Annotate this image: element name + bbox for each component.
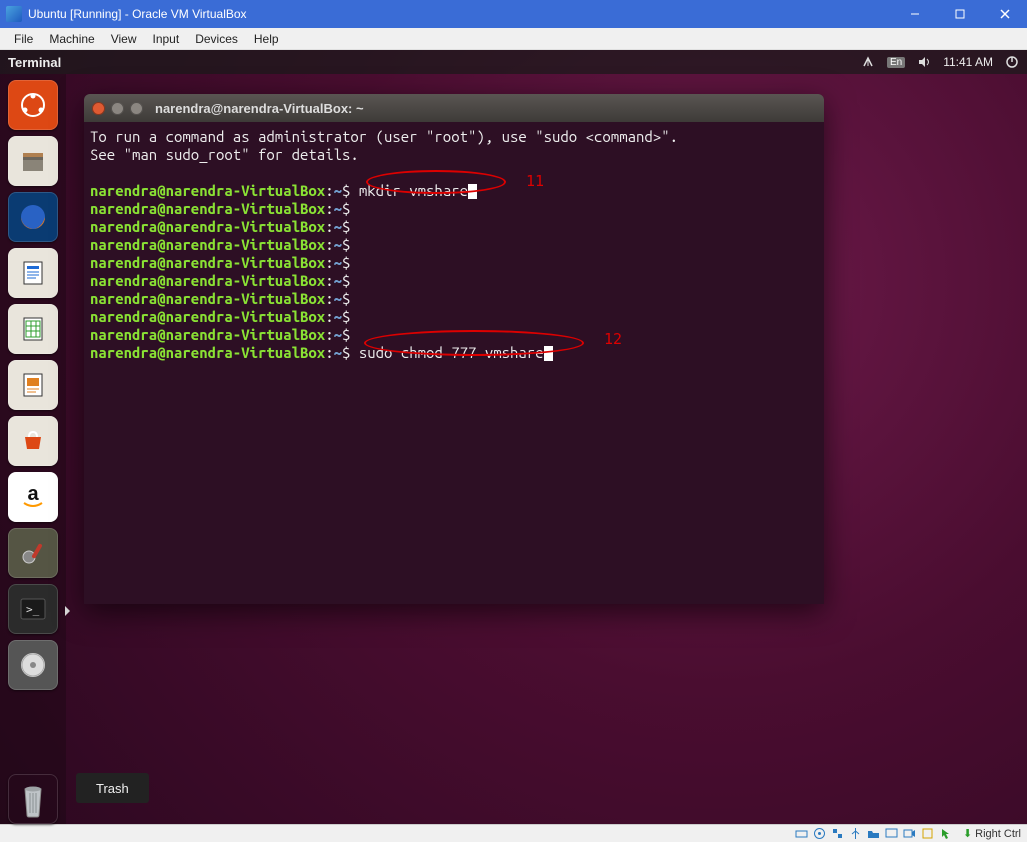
annotation-label-2: 12 [604, 330, 622, 348]
unity-top-panel: Terminal En 11:41 AM [0, 50, 1027, 74]
cursor-icon [468, 184, 477, 199]
launcher-amazon[interactable]: a [8, 472, 58, 522]
terminal-window[interactable]: narendra@narendra-VirtualBox: ~ To run a… [84, 94, 824, 604]
launcher-libreoffice-writer[interactable] [8, 248, 58, 298]
terminal-titlebar[interactable]: narendra@narendra-VirtualBox: ~ [84, 94, 824, 122]
status-guest-additions-icon[interactable] [921, 827, 935, 841]
launcher-active-indicator-icon [65, 606, 70, 616]
status-usb-icon[interactable] [849, 827, 863, 841]
launcher-trash[interactable] [8, 774, 58, 824]
status-display-icon[interactable] [885, 827, 899, 841]
panel-app-name: Terminal [8, 55, 61, 70]
virtualbox-icon [6, 6, 22, 22]
status-optical-icon[interactable] [813, 827, 827, 841]
session-indicator-icon[interactable] [1005, 55, 1019, 69]
launcher-libreoffice-calc[interactable] [8, 304, 58, 354]
hostkey-label: Right Ctrl [975, 828, 1021, 840]
hostkey-arrow-icon: ⬇ [963, 827, 972, 840]
command-1: mkdir vmshare [359, 182, 468, 199]
launcher-libreoffice-impress[interactable] [8, 360, 58, 410]
svg-text:a: a [27, 483, 39, 505]
terminal-close-button[interactable] [92, 102, 105, 115]
terminal-body[interactable]: To run a command as administrator (user … [84, 122, 824, 476]
unity-launcher: a >_ [0, 74, 66, 824]
command-2: sudo chmod 777 vmshare [359, 344, 544, 361]
prompt-user: narendra@narendra-VirtualBox [90, 182, 325, 199]
menu-view[interactable]: View [103, 30, 145, 48]
terminal-title: narendra@narendra-VirtualBox: ~ [155, 101, 364, 116]
virtualbox-title: Ubuntu [Running] - Oracle VM VirtualBox [28, 7, 892, 21]
status-hostkey[interactable]: ⬇Right Ctrl [963, 827, 1021, 840]
virtualbox-statusbar: ⬇Right Ctrl [0, 824, 1027, 842]
launcher-ubuntu-software[interactable] [8, 416, 58, 466]
sound-indicator-icon[interactable] [917, 55, 931, 69]
virtualbox-titlebar: Ubuntu [Running] - Oracle VM VirtualBox [0, 0, 1027, 28]
minimize-button[interactable] [892, 0, 937, 28]
ubuntu-desktop: Terminal En 11:41 AM [0, 50, 1027, 824]
cursor-icon [544, 346, 553, 361]
status-network-icon[interactable] [831, 827, 845, 841]
launcher-system-settings[interactable] [8, 528, 58, 578]
launcher-dash[interactable] [8, 80, 58, 130]
trash-tooltip: Trash [76, 773, 149, 803]
terminal-minimize-button[interactable] [111, 102, 124, 115]
annotation-label-1: 11 [526, 172, 544, 190]
prompt-path: ~ [334, 182, 342, 199]
menu-file[interactable]: File [6, 30, 41, 48]
status-mouse-integration-icon[interactable] [939, 827, 953, 841]
trash-tooltip-label: Trash [96, 781, 129, 796]
close-button[interactable] [982, 0, 1027, 28]
launcher-files[interactable] [8, 136, 58, 186]
network-indicator-icon[interactable] [861, 55, 875, 69]
status-shared-folders-icon[interactable] [867, 827, 881, 841]
menu-machine[interactable]: Machine [41, 30, 102, 48]
menu-devices[interactable]: Devices [187, 30, 246, 48]
launcher-terminal[interactable]: >_ [8, 584, 58, 634]
svg-text:>_: >_ [26, 603, 40, 616]
status-video-capture-icon[interactable] [903, 827, 917, 841]
launcher-firefox[interactable] [8, 192, 58, 242]
menu-input[interactable]: Input [145, 30, 188, 48]
launcher-disc[interactable] [8, 640, 58, 690]
terminal-intro-line1: To run a command as administrator (user … [90, 128, 678, 145]
maximize-button[interactable] [937, 0, 982, 28]
keyboard-indicator[interactable]: En [887, 57, 905, 68]
menu-help[interactable]: Help [246, 30, 287, 48]
terminal-intro-line2: See "man sudo_root" for details. [90, 146, 359, 163]
clock[interactable]: 11:41 AM [943, 55, 993, 69]
virtualbox-menubar: File Machine View Input Devices Help [0, 28, 1027, 50]
terminal-maximize-button[interactable] [130, 102, 143, 115]
status-hdd-icon[interactable] [795, 827, 809, 841]
